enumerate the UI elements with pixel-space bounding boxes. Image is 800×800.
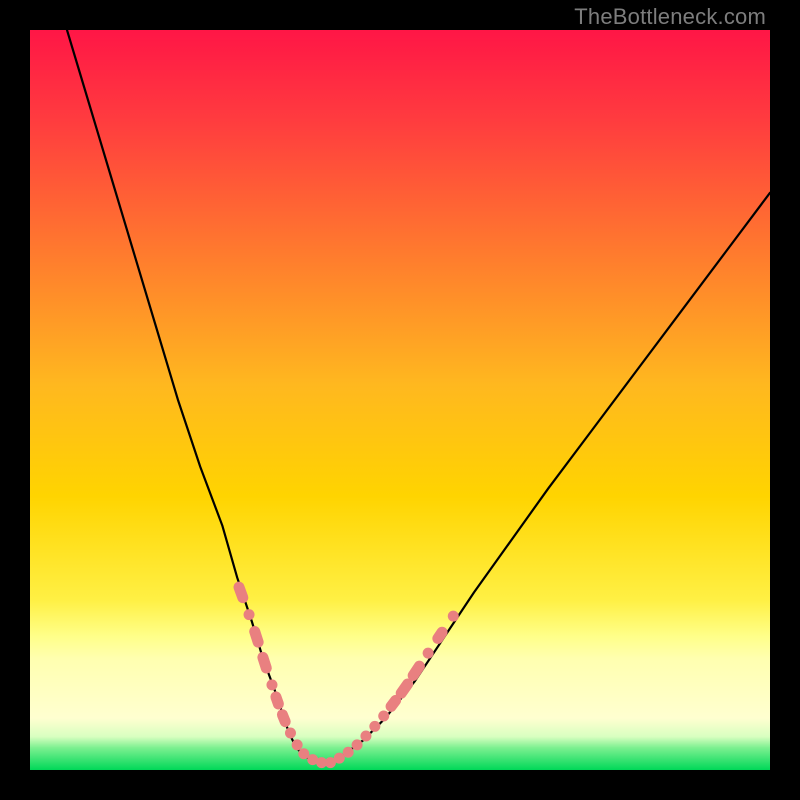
data-marker — [360, 730, 371, 741]
gradient-background — [30, 30, 770, 770]
watermark-text: TheBottleneck.com — [574, 4, 766, 30]
data-marker — [343, 747, 354, 758]
data-marker — [378, 710, 389, 721]
chart-frame — [30, 30, 770, 770]
data-marker — [423, 648, 434, 659]
data-marker — [292, 739, 303, 750]
data-marker — [448, 611, 459, 622]
bottleneck-chart — [30, 30, 770, 770]
data-marker — [266, 679, 277, 690]
data-marker — [244, 609, 255, 620]
data-marker — [369, 721, 380, 732]
data-marker — [352, 739, 363, 750]
data-marker — [285, 728, 296, 739]
